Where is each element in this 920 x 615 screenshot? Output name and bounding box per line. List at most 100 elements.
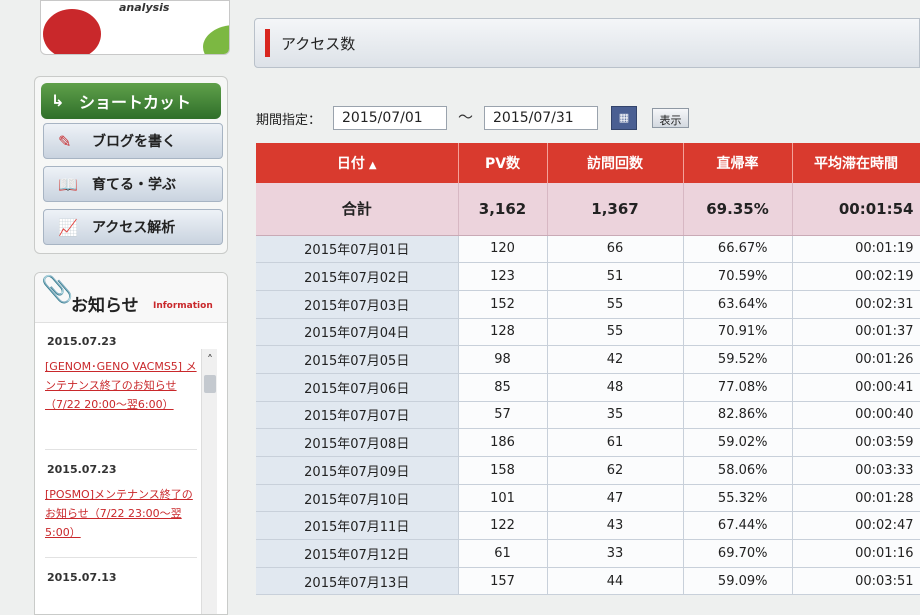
row-visits: 35 — [547, 401, 684, 430]
total-avg-stay: 00:01:54 — [792, 183, 920, 236]
row-visits: 62 — [547, 456, 684, 485]
table-row: 2015年07月03日 152 55 63.64% 00:02:31 — [256, 290, 920, 319]
header-pv[interactable]: PV数 — [458, 143, 548, 183]
row-bounce-rate: 59.02% — [683, 428, 793, 457]
header-date[interactable]: 日付 ▲ — [256, 143, 459, 183]
row-visits: 66 — [547, 235, 684, 264]
news-divider — [45, 449, 197, 450]
row-pv: 85 — [458, 373, 548, 402]
pencil-icon: ✎ — [58, 132, 72, 151]
table-header-row: 日付 ▲ PV数 訪問回数 直帰率 平均滞在時間 — [256, 143, 920, 183]
row-bounce-rate: 59.09% — [683, 567, 793, 596]
row-pv: 120 — [458, 235, 548, 264]
chevron-up-icon[interactable]: ˄ — [202, 353, 218, 367]
header-visits[interactable]: 訪問回数 — [547, 143, 684, 183]
row-pv: 98 — [458, 345, 548, 374]
news-date: 2015.07.23 — [47, 463, 117, 476]
row-date: 2015年07月03日 — [256, 290, 459, 319]
period-separator: ～ — [458, 108, 474, 126]
table-row: 2015年07月12日 61 33 69.70% 00:01:16 — [256, 539, 920, 568]
calendar-icon[interactable]: ▦ — [611, 106, 637, 130]
row-pv: 128 — [458, 318, 548, 347]
row-date: 2015年07月07日 — [256, 401, 459, 430]
row-avg-stay: 00:02:19 — [792, 262, 920, 291]
sort-asc-icon: ▲ — [368, 160, 377, 171]
table-row: 2015年07月11日 122 43 67.44% 00:02:47 — [256, 511, 920, 541]
row-pv: 57 — [458, 401, 548, 430]
row-date: 2015年07月09日 — [256, 456, 459, 485]
row-pv: 101 — [458, 484, 548, 513]
row-bounce-rate: 58.06% — [683, 456, 793, 485]
table-row: 2015年07月09日 158 62 58.06% 00:03:33 — [256, 456, 920, 485]
row-visits: 44 — [547, 567, 684, 596]
table-row: 2015年07月05日 98 42 59.52% 00:01:26 — [256, 345, 920, 374]
table-row: 2015年07月01日 120 66 66.67% 00:01:19 — [256, 235, 920, 264]
write-blog-button[interactable]: ✎ ブログを書く — [43, 123, 223, 159]
news-header: 📎 お知らせ Information — [35, 273, 227, 323]
table-row: 2015年07月08日 186 61 59.02% 00:03:59 — [256, 428, 920, 457]
news-link[interactable]: [POSMO]メンテナンス終了のお知らせ（7/22 23:00～翌5:00） — [45, 485, 197, 542]
row-date: 2015年07月04日 — [256, 318, 459, 347]
access-analysis-label: アクセス解析 — [92, 220, 176, 236]
row-pv: 122 — [458, 511, 548, 541]
news-panel: 📎 お知らせ Information 2015.07.23 [GENOM･GEN… — [34, 272, 228, 615]
access-table: 日付 ▲ PV数 訪問回数 直帰率 平均滞在時間 合計 3,162 1,367 6… — [256, 143, 920, 596]
news-link[interactable]: [GENOM･GENO VACMS5] メンテナンス終了のお知らせ（7/22 2… — [45, 357, 197, 414]
row-visits: 55 — [547, 290, 684, 319]
chart-icon: 📈 — [58, 218, 78, 237]
total-row: 合計 3,162 1,367 69.35% 00:01:54 — [256, 183, 920, 236]
row-bounce-rate: 77.08% — [683, 373, 793, 402]
news-date: 2015.07.13 — [47, 571, 117, 584]
row-avg-stay: 00:01:19 — [792, 235, 920, 264]
title-accent — [265, 29, 270, 57]
row-date: 2015年07月05日 — [256, 345, 459, 374]
row-visits: 43 — [547, 511, 684, 541]
access-analysis-button[interactable]: 📈 アクセス解析 — [43, 209, 223, 245]
paperclip-icon: 📎 — [41, 275, 74, 305]
row-pv: 61 — [458, 539, 548, 568]
row-bounce-rate: 63.64% — [683, 290, 793, 319]
row-avg-stay: 00:00:41 — [792, 373, 920, 402]
news-scrollbar[interactable]: ˄ — [201, 349, 218, 614]
header-avg-stay[interactable]: 平均滞在時間 — [792, 143, 920, 183]
shortcut-header: ↳ ショートカット — [41, 83, 221, 119]
period-label: 期間指定： — [256, 113, 322, 128]
row-date: 2015年07月11日 — [256, 511, 459, 541]
row-pv: 123 — [458, 262, 548, 291]
row-date: 2015年07月10日 — [256, 484, 459, 513]
page-title-bar: アクセス数 — [254, 18, 920, 68]
row-date: 2015年07月06日 — [256, 373, 459, 402]
row-avg-stay: 00:01:26 — [792, 345, 920, 374]
page-title: アクセス数 — [281, 35, 356, 53]
end-date-input[interactable]: 2015/07/31 — [484, 106, 598, 130]
logo[interactable]: analysis — [40, 0, 230, 55]
row-bounce-rate: 66.67% — [683, 235, 793, 264]
green-apple-icon — [203, 25, 229, 54]
red-apple-icon — [43, 9, 101, 54]
row-pv: 158 — [458, 456, 548, 485]
row-avg-stay: 00:03:51 — [792, 567, 920, 596]
row-date: 2015年07月13日 — [256, 567, 459, 596]
row-visits: 48 — [547, 373, 684, 402]
row-avg-stay: 00:02:47 — [792, 511, 920, 541]
header-bounce-rate[interactable]: 直帰率 — [683, 143, 793, 183]
news-title: お知らせ — [71, 296, 139, 316]
row-date: 2015年07月01日 — [256, 235, 459, 264]
row-avg-stay: 00:00:40 — [792, 401, 920, 430]
total-visits: 1,367 — [547, 183, 684, 236]
row-visits: 61 — [547, 428, 684, 457]
row-avg-stay: 00:01:16 — [792, 539, 920, 568]
book-icon: 📖 — [58, 175, 78, 194]
row-visits: 47 — [547, 484, 684, 513]
learn-button[interactable]: 📖 育てる・学ぶ — [43, 166, 223, 202]
table-row: 2015年07月02日 123 51 70.59% 00:02:19 — [256, 262, 920, 291]
row-bounce-rate: 70.91% — [683, 318, 793, 347]
start-date-input[interactable]: 2015/07/01 — [333, 106, 447, 130]
row-bounce-rate: 59.52% — [683, 345, 793, 374]
row-avg-stay: 00:03:59 — [792, 428, 920, 457]
shortcut-title: ショートカット — [79, 93, 192, 112]
scroll-thumb[interactable] — [204, 375, 216, 393]
row-bounce-rate: 82.86% — [683, 401, 793, 430]
show-button[interactable]: 表示 — [652, 108, 689, 128]
row-pv: 152 — [458, 290, 548, 319]
